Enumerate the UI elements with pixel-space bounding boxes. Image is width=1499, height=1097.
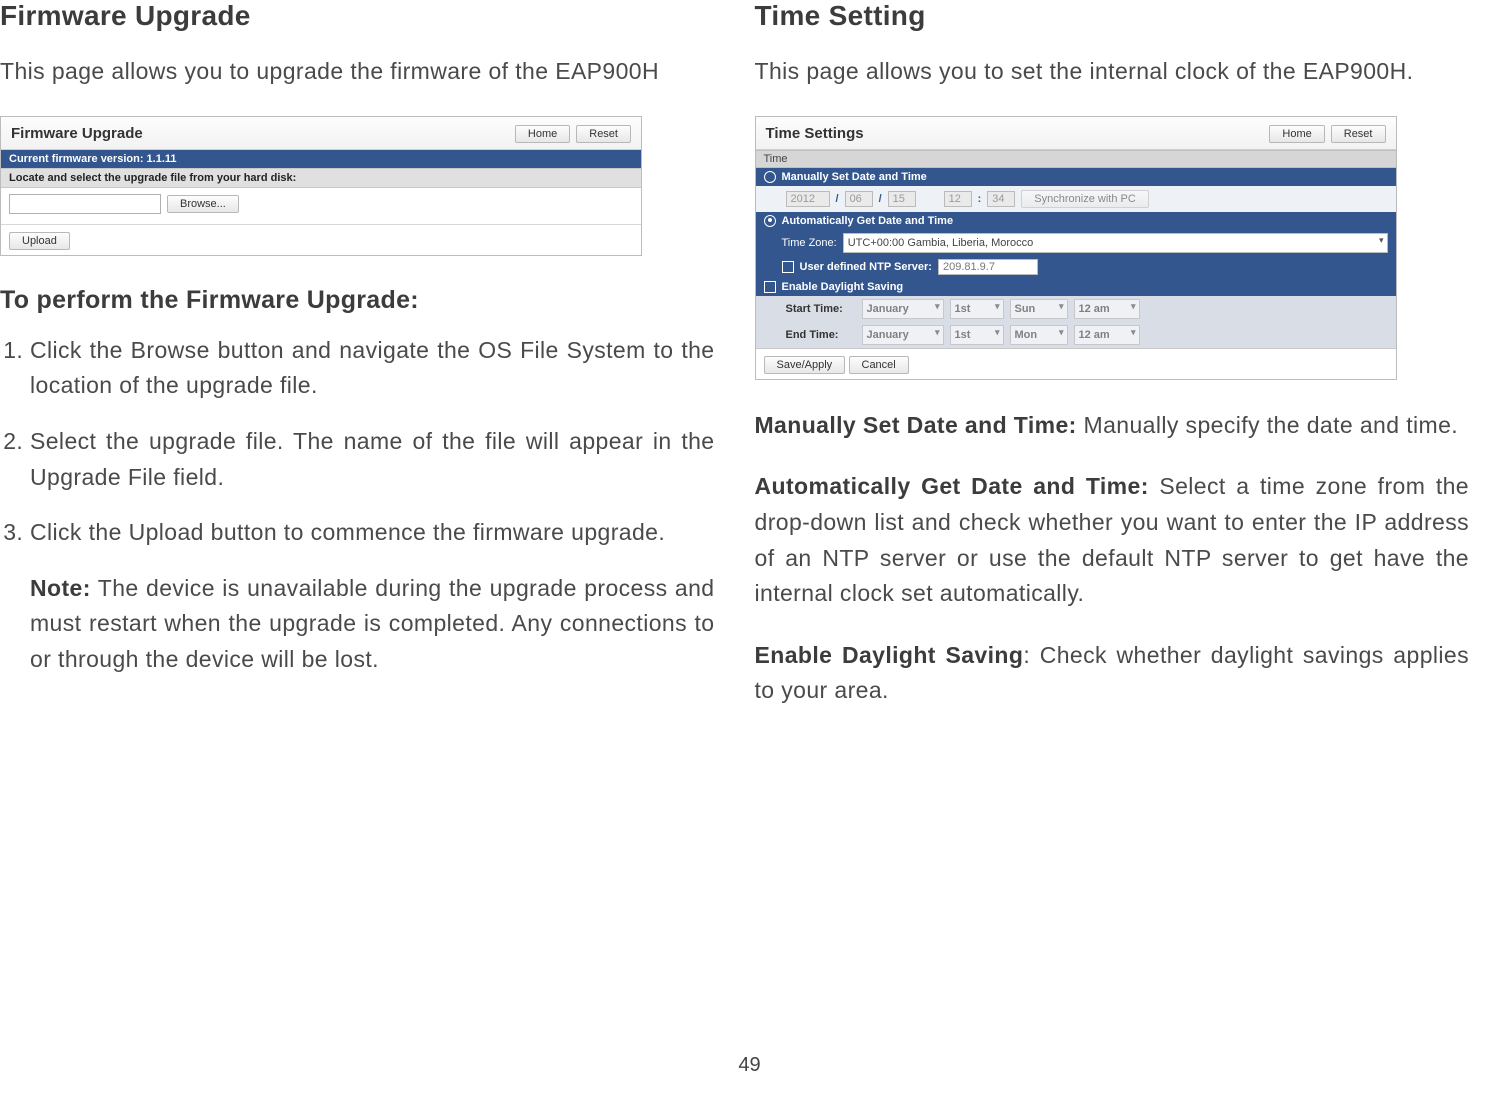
home-button[interactable]: Home [515, 125, 570, 143]
reset-button[interactable]: Reset [576, 125, 631, 143]
auto-get-bold: Automatically Get Date and Time: [755, 473, 1149, 499]
current-firmware-version: Current firmware version: 1.1.11 [1, 150, 641, 168]
upload-button[interactable]: Upload [9, 232, 70, 250]
save-apply-button[interactable]: Save/Apply [764, 356, 846, 374]
cancel-button[interactable]: Cancel [849, 356, 909, 374]
firmware-upgrade-intro: This page allows you to upgrade the firm… [0, 54, 715, 90]
browse-button[interactable]: Browse... [167, 195, 239, 213]
dst-bold: Enable Daylight Saving [755, 642, 1024, 668]
home-button[interactable]: Home [1269, 125, 1324, 143]
start-hour-select[interactable]: 12 am [1074, 299, 1140, 319]
minute-input[interactable]: 34 [987, 191, 1015, 207]
manual-set-text: Manually specify the date and time. [1077, 412, 1458, 438]
sync-pc-button[interactable]: Synchronize with PC [1021, 190, 1149, 208]
time-setting-intro: This page allows you to set the internal… [755, 54, 1470, 90]
perform-upgrade-heading: To perform the Firmware Upgrade: [0, 286, 715, 315]
ntp-checkbox[interactable] [782, 261, 794, 273]
start-weekday-select[interactable]: Sun [1010, 299, 1068, 319]
upgrade-steps-list: Click the Browse button and navigate the… [0, 333, 715, 678]
manual-set-bold: Manually Set Date and Time: [755, 412, 1077, 438]
start-month-select[interactable]: January [862, 299, 944, 319]
ntp-server-input[interactable]: 209.81.9.7 [938, 259, 1038, 275]
firmware-upgrade-heading: Firmware Upgrade [0, 0, 715, 32]
end-hour-select[interactable]: 12 am [1074, 325, 1140, 345]
auto-get-label: Automatically Get Date and Time [782, 215, 954, 227]
end-time-label: End Time: [786, 329, 856, 341]
time-section-header: Time [756, 150, 1396, 168]
dst-checkbox[interactable] [764, 281, 776, 293]
enable-dst-label: Enable Daylight Saving [782, 281, 904, 293]
manual-radio[interactable] [764, 171, 776, 183]
firmware-panel: Firmware Upgrade Home Reset Current firm… [0, 116, 642, 256]
time-settings-panel: Time Settings Home Reset Time Manually S… [755, 116, 1397, 380]
day-input[interactable]: 15 [888, 191, 916, 207]
step-3-text: Click the Upload button to commence the … [30, 519, 665, 545]
timezone-label: Time Zone: [782, 237, 837, 249]
reset-button[interactable]: Reset [1331, 125, 1386, 143]
manual-set-paragraph: Manually Set Date and Time: Manually spe… [755, 408, 1470, 444]
start-day-select[interactable]: 1st [950, 299, 1004, 319]
year-input[interactable]: 2012 [786, 191, 830, 207]
time-settings-panel-title: Time Settings [766, 125, 864, 142]
note-label: Note: [30, 575, 91, 601]
ntp-label: User defined NTP Server: [800, 261, 932, 273]
upgrade-file-input[interactable] [9, 194, 161, 214]
end-day-select[interactable]: 1st [950, 325, 1004, 345]
locate-file-label: Locate and select the upgrade file from … [1, 168, 641, 188]
auto-radio[interactable] [764, 215, 776, 227]
step-3: Click the Upload button to commence the … [30, 515, 715, 678]
timezone-select[interactable]: UTC+00:00 Gambia, Liberia, Morocco [843, 233, 1388, 253]
start-time-label: Start Time: [786, 303, 856, 315]
manual-set-label: Manually Set Date and Time [782, 171, 927, 183]
time-setting-heading: Time Setting [755, 0, 1470, 32]
dst-paragraph: Enable Daylight Saving: Check whether da… [755, 638, 1470, 709]
auto-get-paragraph: Automatically Get Date and Time: Select … [755, 469, 1470, 612]
hour-input[interactable]: 12 [944, 191, 972, 207]
page-number: 49 [0, 1054, 1499, 1077]
end-weekday-select[interactable]: Mon [1010, 325, 1068, 345]
step-1: Click the Browse button and navigate the… [30, 333, 715, 404]
note-text: The device is unavailable during the upg… [30, 575, 715, 672]
firmware-panel-title: Firmware Upgrade [11, 125, 143, 142]
month-input[interactable]: 06 [845, 191, 873, 207]
end-month-select[interactable]: January [862, 325, 944, 345]
step-2: Select the upgrade file. The name of the… [30, 424, 715, 495]
